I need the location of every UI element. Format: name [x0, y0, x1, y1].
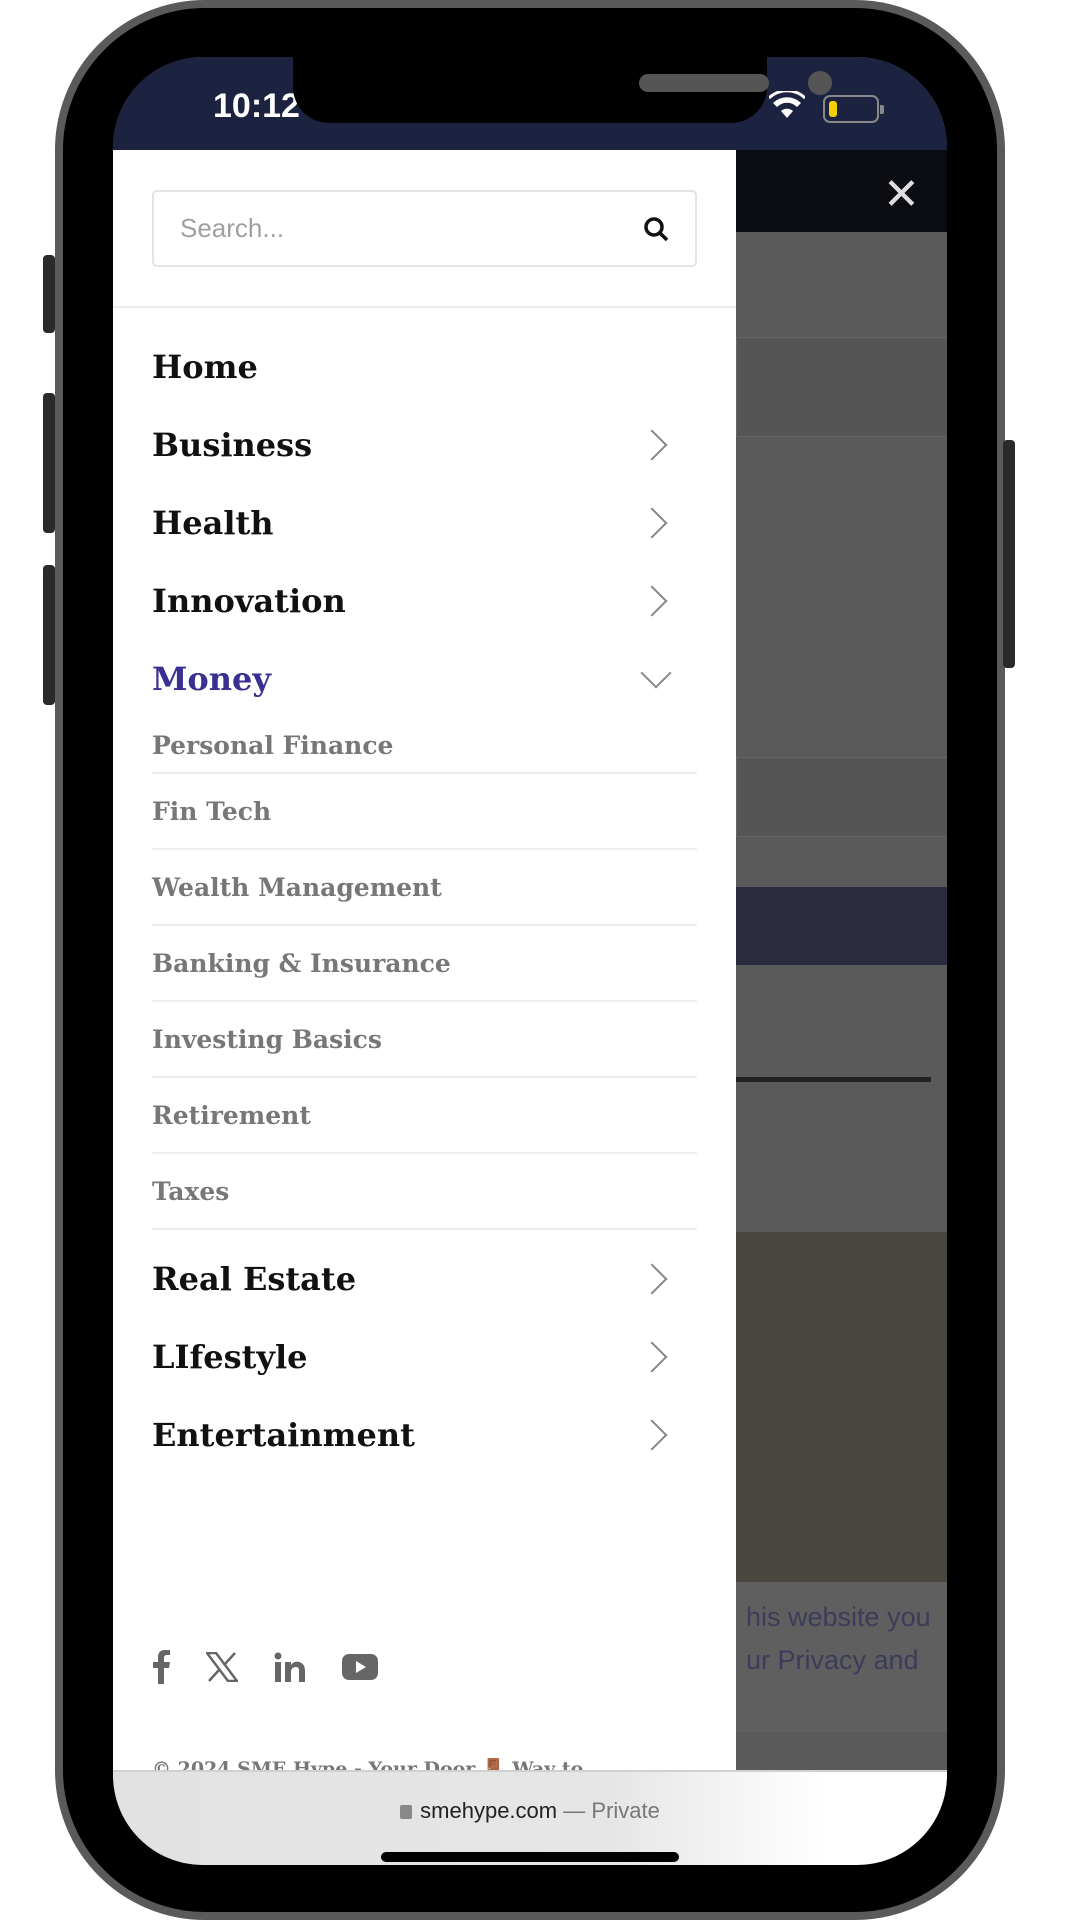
private-label: — Private	[563, 1798, 660, 1823]
submenu-item-banking-insurance[interactable]: Banking & Insurance	[152, 926, 697, 1002]
volume-up-button	[43, 393, 55, 533]
chevron-right-icon[interactable]	[636, 1419, 668, 1451]
mute-switch	[43, 255, 55, 333]
money-submenu: Personal Finance Fin Tech Wealth Managem…	[152, 718, 697, 1230]
chevron-right-icon[interactable]	[636, 1341, 668, 1373]
cookie-notice: his website you ur Privacy and	[736, 1582, 947, 1732]
submenu-item-retirement[interactable]: Retirement	[152, 1078, 697, 1154]
submenu-item-taxes[interactable]: Taxes	[152, 1154, 697, 1230]
divider	[113, 306, 736, 308]
lock-icon	[400, 1805, 413, 1819]
chevron-down-icon[interactable]	[640, 657, 672, 689]
search-icon[interactable]	[643, 216, 669, 242]
home-indicator[interactable]	[381, 1852, 679, 1862]
volume-down-button	[43, 565, 55, 705]
menu-item-health[interactable]: Health	[152, 484, 697, 562]
notch	[293, 57, 832, 123]
background-button	[736, 887, 947, 965]
search-input[interactable]	[180, 213, 643, 244]
menu-item-innovation[interactable]: Innovation	[152, 562, 697, 640]
submenu-item-wealth-management[interactable]: Wealth Management	[152, 850, 697, 926]
search-box[interactable]	[152, 190, 697, 267]
x-icon[interactable]	[206, 1652, 238, 1682]
wifi-icon	[769, 91, 805, 118]
power-button	[1003, 440, 1015, 668]
social-links	[152, 1650, 378, 1684]
background-rule	[736, 1077, 931, 1082]
submenu-item-investing-basics[interactable]: Investing Basics	[152, 1002, 697, 1078]
browser-url-bar[interactable]: smehype.com — Private	[113, 1770, 947, 1865]
youtube-icon[interactable]	[342, 1654, 378, 1680]
background-block	[736, 337, 947, 437]
linkedin-icon[interactable]	[274, 1652, 306, 1682]
chevron-right-icon[interactable]	[636, 585, 668, 617]
battery-icon	[823, 95, 884, 123]
background-book-image	[736, 1232, 947, 1582]
status-time: 10:12	[213, 87, 300, 125]
menu-item-lifestyle[interactable]: LIfestyle	[152, 1318, 697, 1396]
submenu-item-fin-tech[interactable]: Fin Tech	[152, 774, 697, 850]
submenu-item-personal-finance[interactable]: Personal Finance	[152, 718, 697, 774]
chevron-right-icon[interactable]	[636, 429, 668, 461]
screen: 10:12 ✕ his website youur Privacy and Ho…	[113, 57, 947, 1865]
menu-item-home[interactable]: Home	[152, 328, 697, 406]
main-menu: Home Business Health Innovation Money Pe…	[152, 328, 697, 1474]
menu-item-business[interactable]: Business	[152, 406, 697, 484]
close-menu-button[interactable]: ✕	[883, 173, 923, 217]
menu-item-entertainment[interactable]: Entertainment	[152, 1396, 697, 1474]
url-text: smehype.com	[420, 1798, 558, 1823]
menu-item-money[interactable]: Money	[152, 640, 697, 718]
background-block	[736, 757, 947, 837]
facebook-icon[interactable]	[152, 1650, 170, 1684]
navigation-drawer: Home Business Health Innovation Money Pe…	[113, 150, 736, 1823]
chevron-right-icon[interactable]	[636, 507, 668, 539]
chevron-right-icon[interactable]	[636, 1263, 668, 1295]
menu-item-real-estate[interactable]: Real Estate	[152, 1240, 697, 1318]
